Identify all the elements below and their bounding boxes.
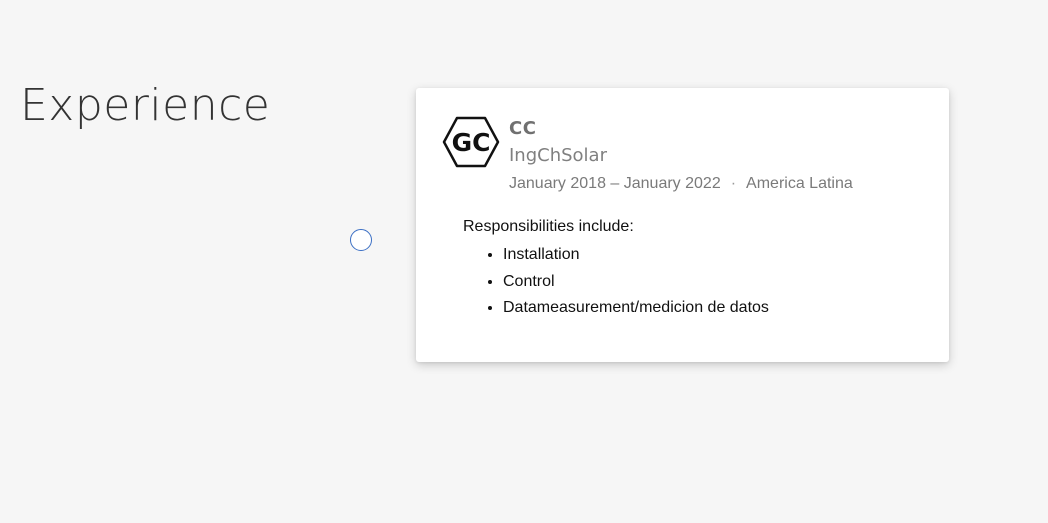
section-title: Experience <box>20 80 271 131</box>
job-role: CC <box>509 118 537 139</box>
experience-card: GC CC IngChSolar January 2018 – January … <box>416 88 949 362</box>
responsibility-item: Control <box>503 269 769 296</box>
company-logo: GC <box>442 115 500 169</box>
responsibility-item: Datameasurement/medicion de datos <box>503 295 769 322</box>
responsibilities-list: Installation Control Datameasurement/med… <box>463 242 769 322</box>
company-name: IngChSolar <box>509 145 607 166</box>
responsibilities-title: Responsibilities include: <box>463 218 634 235</box>
job-meta: January 2018 – January 2022 · America Lati… <box>509 174 853 194</box>
company-logo-text: GC <box>452 128 491 157</box>
timeline-marker <box>350 229 372 251</box>
responsibilities: Responsibilities include: Installation C… <box>463 216 769 322</box>
responsibility-item: Installation <box>503 242 769 269</box>
meta-separator: · <box>730 175 737 192</box>
job-period: January 2018 – January 2022 <box>509 175 721 192</box>
job-location: America Latina <box>746 175 853 192</box>
